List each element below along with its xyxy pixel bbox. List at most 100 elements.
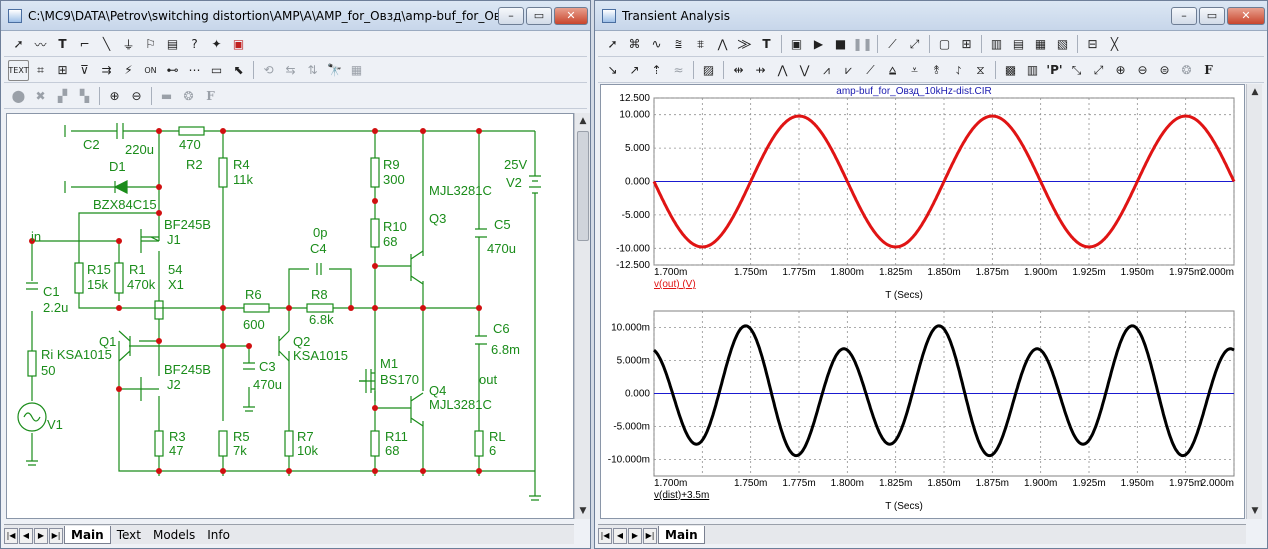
- pin-connection-icon[interactable]: ⊷: [162, 60, 183, 81]
- schematic-canvas[interactable]: C2 220u 470 R2 D1 BZX84C15 R4 11k R9 300…: [6, 113, 574, 519]
- current-icon[interactable]: ⇉: [96, 60, 117, 81]
- tokens-icon[interactable]: ⩰: [668, 34, 689, 55]
- minimize-button[interactable]: –: [1171, 7, 1197, 25]
- chart-icon[interactable]: ▨: [698, 60, 719, 81]
- restore-button[interactable]: ▭: [526, 7, 552, 25]
- close-button[interactable]: ✕: [1227, 7, 1265, 25]
- first-page-icon[interactable]: |◀: [4, 528, 18, 544]
- pause-icon[interactable]: ❚❚: [852, 34, 873, 55]
- cursor-mode-icon[interactable]: ⬉: [228, 60, 249, 81]
- ground-icon[interactable]: ⏚: [118, 34, 139, 55]
- folder-icon[interactable]: ▬: [156, 86, 177, 107]
- wave-data-icon[interactable]: ∿: [646, 34, 667, 55]
- zoom-out-icon[interactable]: ⊖: [1132, 60, 1153, 81]
- stop-icon[interactable]: ■: [830, 34, 851, 55]
- help-icon[interactable]: ✦: [206, 34, 227, 55]
- last-page-icon[interactable]: ▶|: [643, 528, 657, 544]
- plot-vscroll[interactable]: ▲ ▼: [1246, 84, 1262, 519]
- zoom-in-icon[interactable]: ⊕: [104, 86, 125, 107]
- scope-icon[interactable]: ⩨: [690, 34, 711, 55]
- select-arrow-icon[interactable]: ➚: [602, 34, 623, 55]
- scale-icon[interactable]: ⌘: [624, 34, 645, 55]
- grid-none-icon[interactable]: ▧: [1052, 34, 1073, 55]
- global-low-icon[interactable]: ⩡: [904, 60, 925, 81]
- fft-icon[interactable]: ❂: [1176, 60, 1197, 81]
- first-page-icon[interactable]: |◀: [598, 528, 612, 544]
- diagonal-tool-icon[interactable]: ⤢: [904, 34, 925, 55]
- tab-main[interactable]: Main: [64, 526, 111, 544]
- diagonal-wire-icon[interactable]: ╲: [96, 34, 117, 55]
- tag-right-icon[interactable]: ⤢: [1088, 60, 1109, 81]
- grid-icon[interactable]: ⋯: [184, 60, 205, 81]
- grid-icon[interactable]: ⊞: [956, 34, 977, 55]
- cursor-slope-icon[interactable]: ≈: [668, 60, 689, 81]
- cursor-peak-icon[interactable]: ⇡: [646, 60, 667, 81]
- axis-icon[interactable]: ⊟: [1082, 34, 1103, 55]
- go-x-icon[interactable]: ⧖: [970, 60, 991, 81]
- wire-icon[interactable]: 〰: [30, 34, 51, 55]
- zoom-in-icon[interactable]: ⊕: [1110, 60, 1131, 81]
- restore-button[interactable]: ▭: [1199, 7, 1225, 25]
- text-mode-icon[interactable]: TEXT: [8, 59, 29, 81]
- close-button[interactable]: ✕: [554, 7, 588, 25]
- scroll-down-icon[interactable]: ▼: [575, 503, 591, 519]
- peak-icon[interactable]: ⋀: [712, 34, 733, 55]
- properties-icon[interactable]: ▣: [786, 34, 807, 55]
- prev-page-icon[interactable]: ◀: [613, 528, 627, 544]
- schematic-vscroll[interactable]: ▲ ▼: [574, 113, 590, 519]
- bottom-icon[interactable]: ⥌: [948, 60, 969, 81]
- select-arrow-icon[interactable]: ➚: [8, 34, 29, 55]
- probe-icon[interactable]: ▣: [228, 34, 249, 55]
- text-tool-icon[interactable]: T: [52, 34, 73, 55]
- run-icon[interactable]: ▶: [808, 34, 829, 55]
- tab-models[interactable]: Models: [147, 526, 201, 544]
- group-icon[interactable]: ▞: [52, 86, 73, 107]
- border-icon[interactable]: ▭: [206, 60, 227, 81]
- cancel-icon[interactable]: ✖: [30, 86, 51, 107]
- prev-point-icon[interactable]: ⇸: [750, 60, 771, 81]
- top-icon[interactable]: ⥉: [926, 60, 947, 81]
- valley-find-icon[interactable]: ⋁: [794, 60, 815, 81]
- tab-main[interactable]: Main: [658, 526, 705, 544]
- component-icon[interactable]: ▤: [162, 34, 183, 55]
- find-icon[interactable]: 🔭: [324, 60, 345, 81]
- grid-v-icon[interactable]: ▦: [1030, 34, 1051, 55]
- scroll-thumb[interactable]: [577, 131, 589, 241]
- line-tool-icon[interactable]: ⟋: [882, 34, 903, 55]
- attribute-icon[interactable]: ⊞: [52, 60, 73, 81]
- tag-icon[interactable]: ▩: [1000, 60, 1021, 81]
- voltage-icon[interactable]: ⊽: [74, 60, 95, 81]
- function-icon[interactable]: F: [1198, 60, 1219, 81]
- schematic-titlebar[interactable]: C:\MC9\DATA\Petrov\switching distortion\…: [1, 1, 590, 31]
- cursor-left-icon[interactable]: ↘: [602, 60, 623, 81]
- plot-canvas[interactable]: 12.500 10.000 5.000 0.000 -5.000 -10.000 -12.5…: [600, 84, 1245, 519]
- p-key-icon[interactable]: 'P': [1044, 60, 1065, 81]
- rotate-icon[interactable]: ⟲: [258, 60, 279, 81]
- labels-icon[interactable]: ⨠: [734, 34, 755, 55]
- next-page-icon[interactable]: ▶: [628, 528, 642, 544]
- last-page-icon[interactable]: ▶|: [49, 528, 63, 544]
- function-icon[interactable]: F: [200, 86, 221, 107]
- notes-icon[interactable]: ▦: [346, 60, 367, 81]
- grid-dense-icon[interactable]: ▥: [986, 34, 1007, 55]
- zoom-fit-icon[interactable]: ⊜: [1154, 60, 1175, 81]
- next-page-icon[interactable]: ▶: [34, 528, 48, 544]
- data-points-icon[interactable]: ▥: [1022, 60, 1043, 81]
- scroll-down-icon[interactable]: ▼: [1247, 503, 1263, 519]
- scroll-up-icon[interactable]: ▲: [575, 113, 591, 129]
- state-icon[interactable]: ON: [140, 60, 161, 81]
- prev-page-icon[interactable]: ◀: [19, 528, 33, 544]
- next-point-icon[interactable]: ⇹: [728, 60, 749, 81]
- tab-text[interactable]: Text: [111, 526, 147, 544]
- plot-page-icon[interactable]: ▢: [934, 34, 955, 55]
- global-high-icon[interactable]: ⩠: [882, 60, 903, 81]
- ungroup-icon[interactable]: ▚: [74, 86, 95, 107]
- fft-icon[interactable]: ❂: [178, 86, 199, 107]
- grid-h-icon[interactable]: ▤: [1008, 34, 1029, 55]
- high-icon[interactable]: ⩘: [816, 60, 837, 81]
- minimize-button[interactable]: –: [498, 7, 524, 25]
- cursor-right-icon[interactable]: ↗: [624, 60, 645, 81]
- inflection-icon[interactable]: ⟋: [860, 60, 881, 81]
- mirror-icon[interactable]: ⇆: [280, 60, 301, 81]
- zoom-out-icon[interactable]: ⊖: [126, 86, 147, 107]
